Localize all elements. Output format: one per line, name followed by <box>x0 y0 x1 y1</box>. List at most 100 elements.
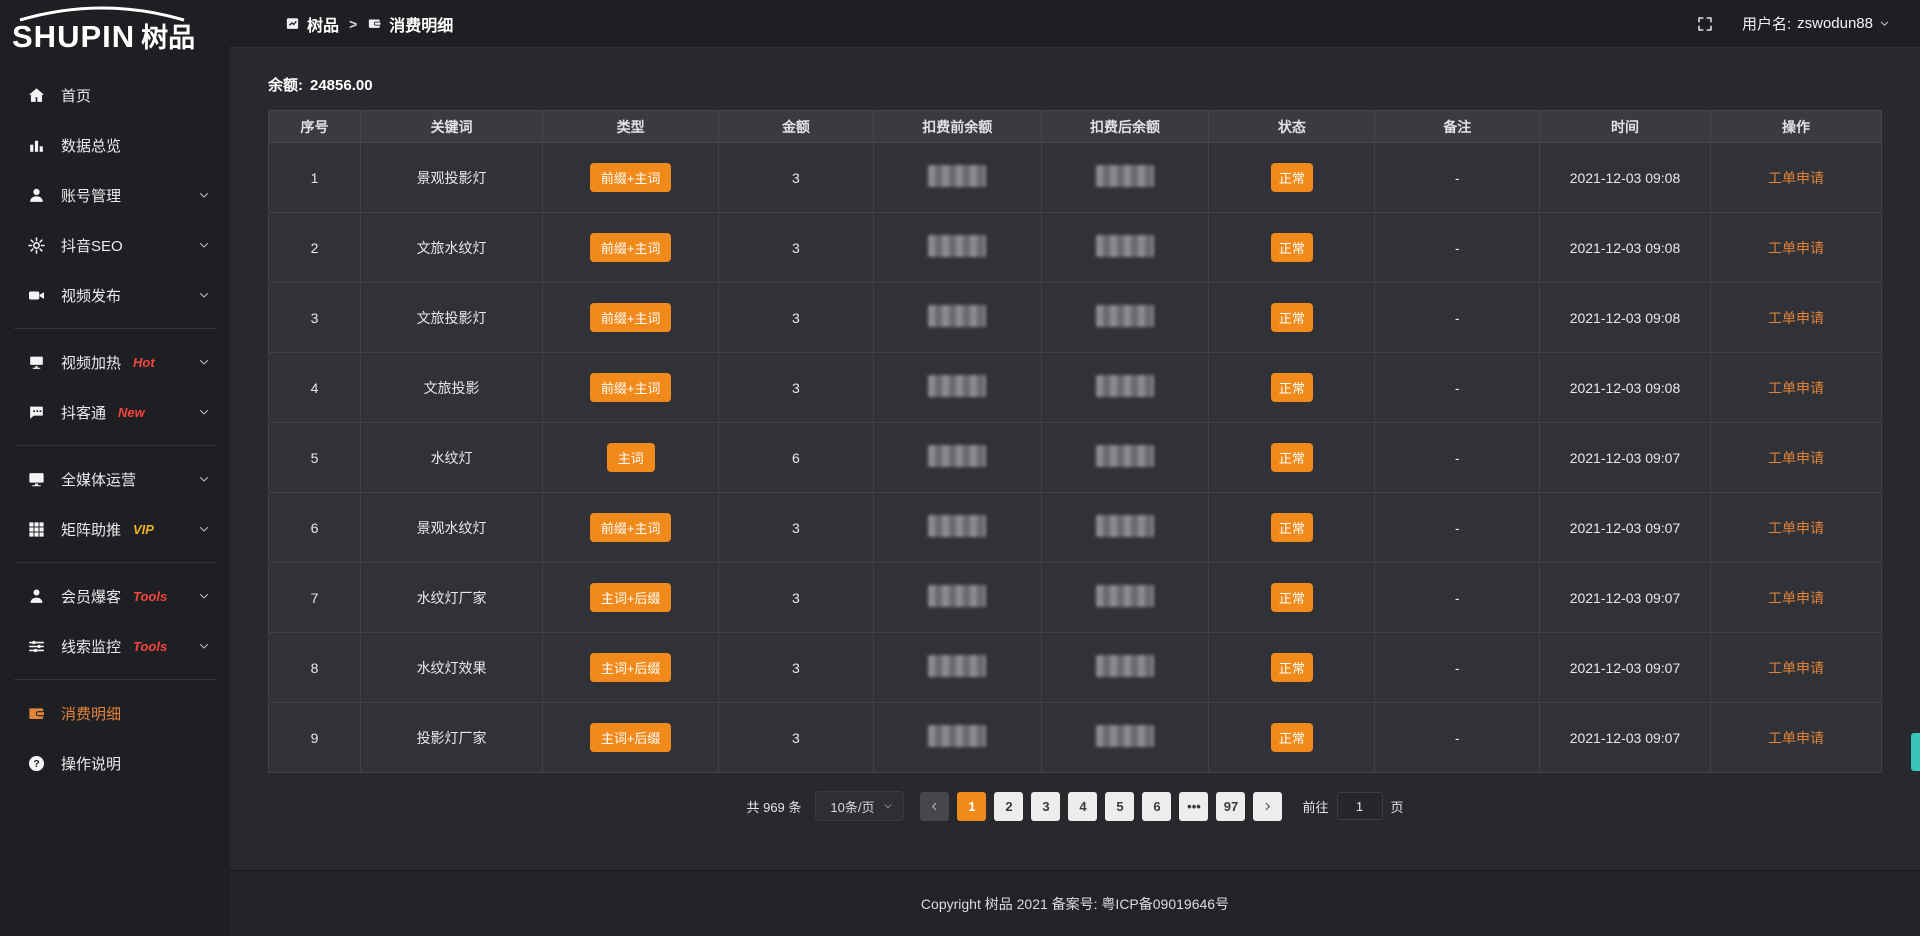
user-dropdown[interactable]: 用户名: zswodun88 <box>1742 13 1890 34</box>
page-button-5[interactable]: 5 <box>1105 792 1134 821</box>
prev-page-button[interactable] <box>920 792 949 821</box>
footer: Copyright 树品 2021 备案号: 粤ICP备09019646号 <box>230 870 1920 936</box>
cell-index: 2 <box>269 213 361 283</box>
floating-widget[interactable] <box>1911 733 1920 771</box>
sidebar-item-home[interactable]: 首页 <box>0 70 230 120</box>
breadcrumb: 树品 > 消费明细 <box>285 12 453 36</box>
question-icon: ? <box>27 754 46 773</box>
chevron-down-icon <box>198 239 210 251</box>
cell-balance-before <box>873 563 1041 633</box>
table-header-row: 序号关键词类型金额扣费前余额扣费后余额状态备注时间操作 <box>269 111 1882 143</box>
masked-value <box>928 725 986 747</box>
page-button-2[interactable]: 2 <box>994 792 1023 821</box>
cell-amount: 3 <box>719 143 874 213</box>
cell-index: 3 <box>269 283 361 353</box>
sidebar-item-label: 会员爆客 <box>61 586 121 607</box>
work-order-link[interactable]: 工单申请 <box>1768 660 1824 676</box>
masked-value <box>928 165 986 187</box>
username: zswodun88 <box>1797 15 1873 32</box>
page-button-4[interactable]: 4 <box>1068 792 1097 821</box>
cell-status: 正常 <box>1209 703 1375 773</box>
masked-value <box>928 305 986 327</box>
table-row: 1景观投影灯前缀+主词3正常-2021-12-03 09:08工单申请 <box>269 143 1882 213</box>
masked-value <box>1096 305 1154 327</box>
balance-value: 24856.00 <box>310 77 373 94</box>
work-order-link[interactable]: 工单申请 <box>1768 310 1824 326</box>
cell-keyword: 水纹灯 <box>360 423 542 493</box>
table-row: 4文旅投影前缀+主词3正常-2021-12-03 09:08工单申请 <box>269 353 1882 423</box>
cell-remark: - <box>1375 633 1540 703</box>
cell-type: 主词+后缀 <box>543 563 719 633</box>
sidebar-item-account-manage[interactable]: 账号管理 <box>0 170 230 220</box>
cell-keyword: 文旅投影 <box>360 353 542 423</box>
type-badge: 前缀+主词 <box>590 373 672 402</box>
cell-remark: - <box>1375 703 1540 773</box>
table-row: 7水纹灯厂家主词+后缀3正常-2021-12-03 09:07工单申请 <box>269 563 1882 633</box>
cell-balance-after <box>1041 563 1209 633</box>
cell-balance-after <box>1041 143 1209 213</box>
page-button-6[interactable]: 6 <box>1142 792 1171 821</box>
work-order-link[interactable]: 工单申请 <box>1768 590 1824 606</box>
cell-amount: 3 <box>719 213 874 283</box>
cell-time: 2021-12-03 09:07 <box>1540 563 1711 633</box>
sidebar-item-douyin-seo[interactable]: 抖音SEO <box>0 220 230 270</box>
gear-icon <box>27 236 46 255</box>
work-order-link[interactable]: 工单申请 <box>1768 520 1824 536</box>
sidebar-item-video-heat[interactable]: 视频加热Hot <box>0 337 230 387</box>
sidebar-item-video-publish[interactable]: 视频发布 <box>0 270 230 320</box>
cell-action: 工单申请 <box>1710 143 1881 213</box>
page-size-select[interactable]: 10条/页 <box>815 791 904 821</box>
cell-keyword: 投影灯厂家 <box>360 703 542 773</box>
page-button-1[interactable]: 1 <box>957 792 986 821</box>
work-order-link[interactable]: 工单申请 <box>1768 450 1824 466</box>
page-button-97[interactable]: 97 <box>1216 792 1245 821</box>
sidebar-item-member-baoke[interactable]: 会员爆客Tools <box>0 571 230 621</box>
breadcrumb-current-label: 消费明细 <box>389 12 453 36</box>
app-logo[interactable]: SHUPIN树品 <box>0 0 230 62</box>
breadcrumb-home[interactable]: 树品 <box>285 12 339 36</box>
sidebar-item-data-overview[interactable]: 数据总览 <box>0 120 230 170</box>
sidebar-item-badge: New <box>118 405 145 420</box>
sidebar-divider <box>14 445 216 446</box>
column-header: 序号 <box>269 111 361 143</box>
sidebar-item-label: 消费明细 <box>61 703 121 724</box>
work-order-link[interactable]: 工单申请 <box>1768 170 1824 186</box>
topbar-right: 用户名: zswodun88 <box>1696 13 1890 34</box>
masked-value <box>1096 725 1154 747</box>
cell-amount: 3 <box>719 703 874 773</box>
cell-type: 前缀+主词 <box>543 213 719 283</box>
topbar: 树品 > 消费明细 用户名: zswodun88 <box>230 0 1920 48</box>
sidebar-item-clue-monitor[interactable]: 线索监控Tools <box>0 621 230 671</box>
page-buttons: 123456 ••• 97 <box>957 792 1245 821</box>
masked-value <box>928 655 986 677</box>
cell-remark: - <box>1375 283 1540 353</box>
sidebar-item-consume-detail[interactable]: 消费明细 <box>0 688 230 738</box>
video-camera-icon <box>27 286 46 305</box>
cell-type: 主词+后缀 <box>543 703 719 773</box>
cell-type: 前缀+主词 <box>543 283 719 353</box>
masked-value <box>928 515 986 537</box>
sidebar-divider <box>14 679 216 680</box>
sidebar-item-douketong[interactable]: 抖客通New <box>0 387 230 437</box>
cell-balance-after <box>1041 493 1209 563</box>
work-order-link[interactable]: 工单申请 <box>1768 730 1824 746</box>
pagination: 共 969 条 10条/页 123456•••97 前往 页 <box>268 791 1882 821</box>
next-page-button[interactable] <box>1253 792 1282 821</box>
masked-value <box>1096 165 1154 187</box>
work-order-link[interactable]: 工单申请 <box>1768 240 1824 256</box>
table-row: 5水纹灯主词6正常-2021-12-03 09:07工单申请 <box>269 423 1882 493</box>
work-order-link[interactable]: 工单申请 <box>1768 380 1824 396</box>
sidebar-item-all-media[interactable]: 全媒体运营 <box>0 454 230 504</box>
goto-page-input[interactable] <box>1337 792 1383 820</box>
page-button-3[interactable]: 3 <box>1031 792 1060 821</box>
masked-value <box>1096 585 1154 607</box>
chevron-down-icon <box>198 523 210 535</box>
cell-time: 2021-12-03 09:08 <box>1540 283 1711 353</box>
fullscreen-icon[interactable] <box>1696 15 1714 33</box>
table-row: 9投影灯厂家主词+后缀3正常-2021-12-03 09:07工单申请 <box>269 703 1882 773</box>
cell-index: 9 <box>269 703 361 773</box>
sidebar-item-operation-guide[interactable]: ?操作说明 <box>0 738 230 788</box>
sidebar-item-matrix-boost[interactable]: 矩阵助推VIP <box>0 504 230 554</box>
cell-action: 工单申请 <box>1710 703 1881 773</box>
more-pages-button[interactable]: ••• <box>1179 792 1208 821</box>
